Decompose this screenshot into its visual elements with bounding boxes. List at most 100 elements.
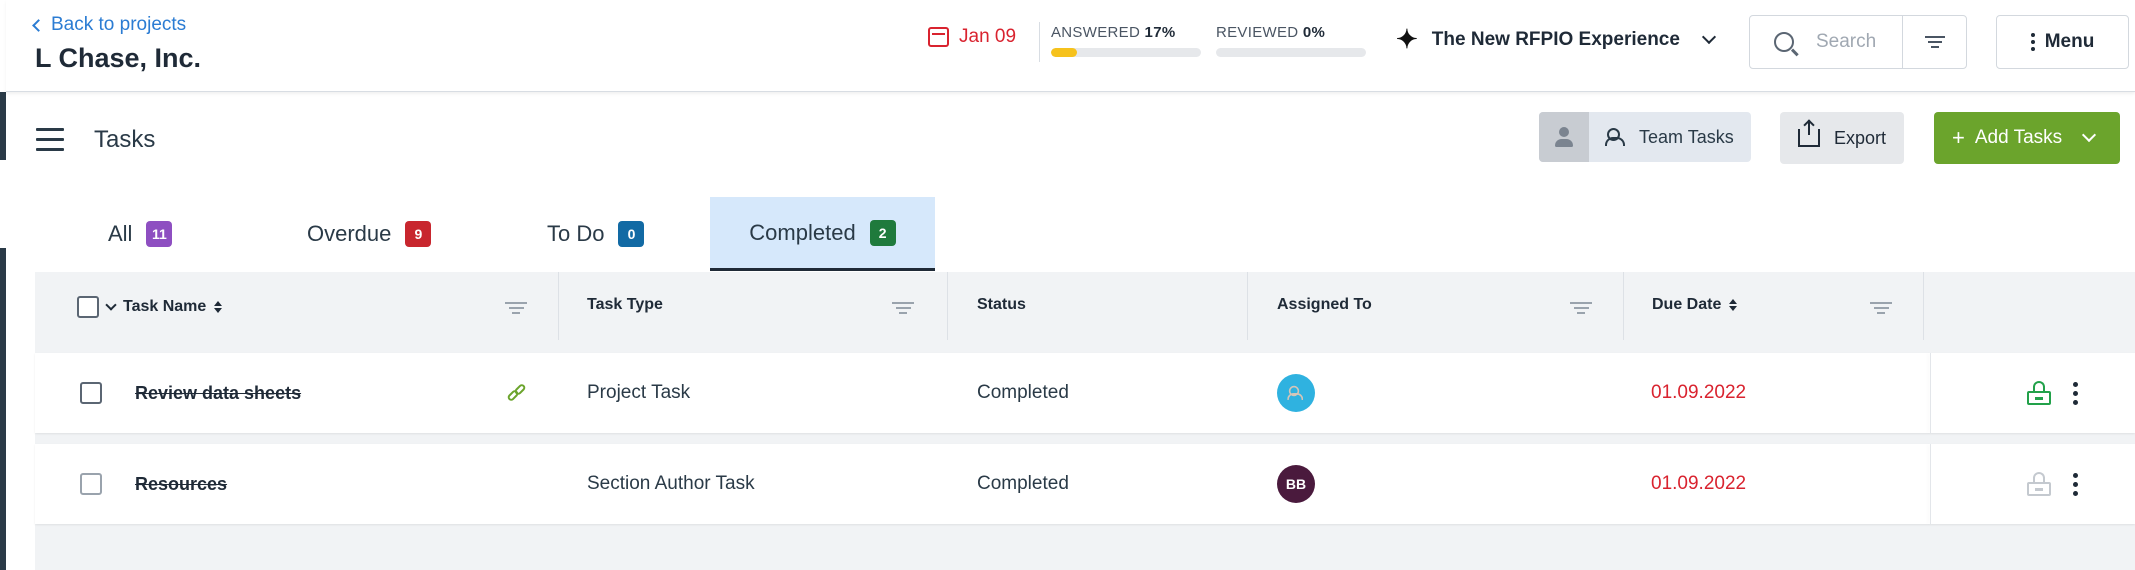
chevron-down-icon[interactable] (105, 299, 117, 311)
project-header: Back to projects L Chase, Inc. Jan 09 AN… (6, 0, 2135, 92)
count-badge: 2 (869, 219, 896, 246)
chevron-left-icon (32, 19, 45, 32)
column-label: Due Date (1652, 296, 1722, 313)
tab-to-do[interactable]: To Do 0 (547, 197, 645, 271)
menu-label: Menu (2044, 31, 2095, 52)
search-input[interactable] (1816, 31, 1906, 53)
tab-label: To Do (547, 221, 605, 246)
task-type: Project Task (587, 382, 691, 403)
lock-icon[interactable] (2027, 472, 2051, 496)
answered-progress: ANSWERED 17% (1051, 24, 1201, 57)
select-all-checkbox[interactable] (77, 296, 99, 318)
team-assignee-icon[interactable] (1277, 374, 1315, 412)
tab-overdue[interactable]: Overdue 9 (307, 197, 432, 271)
column-filter-icon[interactable] (1870, 299, 1892, 317)
row-divider (1930, 353, 1931, 433)
column-divider (558, 272, 559, 340)
reviewed-bar (1216, 48, 1366, 57)
tab-all[interactable]: All 11 (108, 197, 173, 271)
answered-bar-fill (1051, 48, 1077, 57)
user-icon (1555, 127, 1573, 147)
row-checkbox[interactable] (80, 382, 102, 404)
upload-icon (1797, 121, 1820, 147)
header-due-date: Due Date (1652, 296, 1738, 314)
task-due-date: 01.09.2022 (1651, 473, 1747, 494)
assignee-avatar[interactable]: BB (1277, 465, 1315, 503)
row-actions-icon[interactable] (2073, 472, 2078, 496)
answered-value: 17% (1144, 24, 1176, 41)
table-row[interactable]: Resources Section Author Task Completed … (35, 444, 2135, 524)
column-divider (1247, 272, 1248, 340)
answered-bar (1051, 48, 1201, 57)
experience-switcher[interactable]: ✦ The New RFPIO Experience (1396, 24, 1717, 55)
count-badge: 11 (146, 221, 173, 247)
sort-icon[interactable] (1729, 299, 1738, 311)
answered-label: ANSWERED (1051, 24, 1141, 41)
page-title: Tasks (94, 126, 156, 153)
task-due-date: 01.09.2022 (1651, 382, 1747, 403)
filter-icon (1924, 33, 1945, 51)
chevron-down-icon[interactable] (2082, 127, 2097, 143)
count-badge: 9 (405, 221, 432, 247)
divider (1039, 22, 1040, 62)
column-filter-icon[interactable] (505, 299, 527, 317)
team-icon (1605, 128, 1627, 146)
column-label: Task Name (123, 298, 207, 315)
reviewed-label: REVIEWED (1216, 24, 1299, 41)
task-type: Section Author Task (587, 473, 755, 494)
add-tasks-label: Add Tasks (1974, 127, 2063, 148)
table-header: Task Name Task Type Status Assigned To D… (35, 272, 2135, 340)
plus-icon: + (1952, 125, 1965, 150)
task-name[interactable]: Review data sheets (135, 383, 301, 404)
left-edge-gap (0, 160, 6, 248)
due-date-text: Jan 09 (959, 26, 1017, 47)
reviewed-progress: REVIEWED 0% (1216, 24, 1366, 57)
task-name[interactable]: Resources (135, 474, 227, 495)
row-actions-icon[interactable] (2073, 381, 2078, 405)
export-label: Export (1833, 127, 1887, 148)
project-name: L Chase, Inc. (35, 43, 202, 73)
kebab-icon (2030, 33, 2035, 51)
project-due-date: Jan 09 (928, 26, 1016, 48)
experience-label: The New RFPIO Experience (1431, 28, 1680, 50)
back-to-projects-link[interactable]: Back to projects (32, 14, 187, 36)
header-status: Status (977, 296, 1026, 314)
reviewed-value: 0% (1302, 24, 1326, 41)
menu-button[interactable]: Menu (1996, 15, 2129, 69)
filter-button[interactable] (1902, 15, 1966, 69)
column-divider (947, 272, 948, 340)
unlock-icon[interactable] (2027, 381, 2051, 405)
column-label: Task Type (587, 296, 663, 313)
search-icon (1774, 32, 1794, 52)
sort-icon[interactable] (214, 301, 223, 313)
row-divider (1930, 444, 1931, 524)
link-icon[interactable] (506, 382, 527, 403)
header-assigned-to: Assigned To (1277, 296, 1372, 314)
tab-completed[interactable]: Completed 2 (710, 197, 935, 271)
task-status: Completed (977, 473, 1069, 494)
column-filter-icon[interactable] (892, 299, 914, 317)
team-tasks-label: Team Tasks (1639, 126, 1734, 147)
my-tasks-avatar[interactable] (1539, 112, 1589, 162)
team-tasks-toggle[interactable]: Team Tasks (1539, 112, 1751, 162)
sparkle-icon: ✦ (1396, 24, 1418, 54)
tasks-table: Task Name Task Type Status Assigned To D… (35, 272, 2135, 570)
table-row[interactable]: Review data sheets Project Task Complete… (35, 353, 2135, 433)
tab-label: All (108, 221, 133, 246)
row-checkbox[interactable] (80, 473, 102, 495)
calendar-icon (928, 27, 949, 47)
add-tasks-button[interactable]: + Add Tasks (1934, 112, 2120, 164)
tab-label: Completed (749, 219, 856, 245)
header-task-name: Task Name (77, 296, 223, 318)
export-button[interactable]: Export (1780, 112, 1904, 164)
column-label: Status (977, 296, 1026, 313)
chevron-down-icon (1701, 29, 1717, 44)
column-filter-icon[interactable] (1570, 299, 1592, 317)
column-label: Assigned To (1277, 296, 1372, 313)
back-label: Back to projects (51, 14, 187, 35)
count-badge: 0 (618, 221, 645, 247)
column-divider (1623, 272, 1624, 340)
header-task-type: Task Type (587, 296, 663, 314)
column-divider (1923, 272, 1924, 340)
hamburger-icon[interactable] (36, 128, 64, 158)
